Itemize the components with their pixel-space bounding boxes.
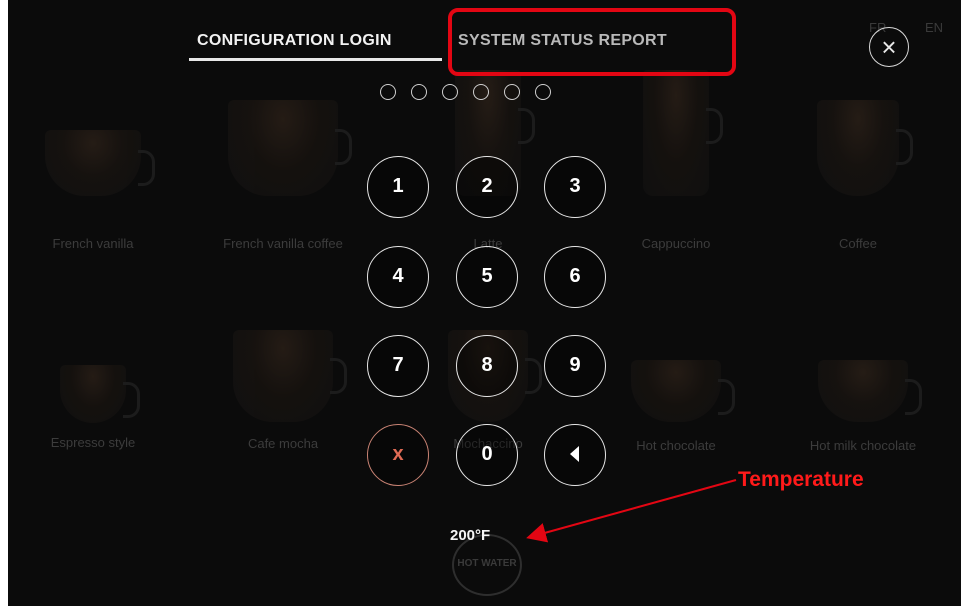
annotation-arrow-icon xyxy=(526,479,737,543)
